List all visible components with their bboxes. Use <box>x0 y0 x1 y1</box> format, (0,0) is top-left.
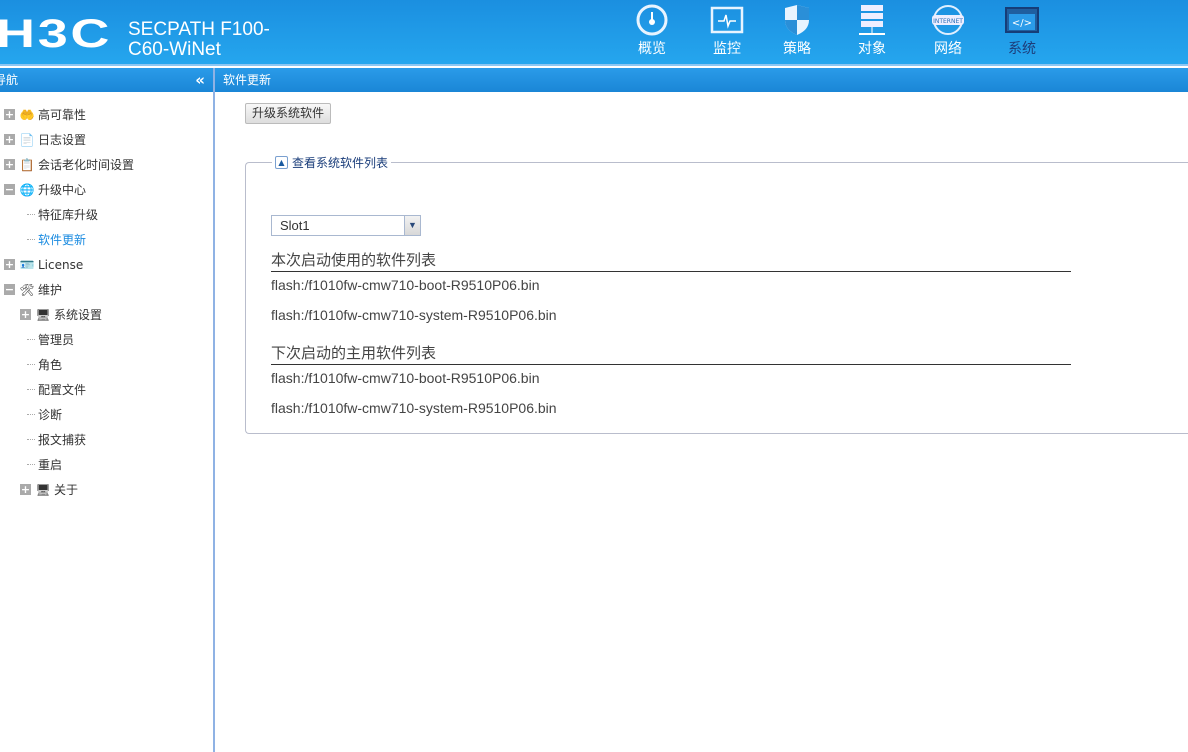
nav-label: 策略 <box>783 41 811 57</box>
expand-icon[interactable]: + <box>4 134 15 145</box>
sidebar: 导航 « + 🤲 高可靠性 + 📄 日志设置 + 📋 会话老化时间设置 − 🌐 升级中心 特征库升… <box>0 68 215 752</box>
notepad-icon: 📋 <box>19 157 35 172</box>
tree-label: 会话老化时间设置 <box>38 158 135 172</box>
shield-icon <box>780 4 814 36</box>
slot-value: Slot1 <box>280 218 310 233</box>
nav-policy[interactable]: 策略 <box>767 4 827 58</box>
top-header: H3C SECPATH F100- C60-WiNet 概览 监控 策略 对象 I… <box>0 0 1188 66</box>
nav-label: 监控 <box>713 41 741 57</box>
tree-item-maintenance[interactable]: − 🛠 维护 <box>0 277 213 302</box>
chevron-down-icon[interactable]: ▼ <box>404 216 420 235</box>
tree-item-license[interactable]: + 🪪 License <box>0 252 213 277</box>
tree-label: 报文捕获 <box>38 433 87 447</box>
next-file: flash:/f1010fw-cmw710-system-R9510P06.bi… <box>271 400 557 416</box>
tree-label: 管理员 <box>38 333 75 347</box>
software-list-panel: ▲ 查看系统软件列表 Slot1 ▼ 本次启动使用的软件列表 flash:/f101… <box>245 154 1188 434</box>
nav-system[interactable]: </> 系统 <box>992 4 1052 58</box>
collapse-icon[interactable]: − <box>4 284 15 295</box>
tree-item-packet-capture[interactable]: 报文捕获 <box>0 427 213 452</box>
panel-legend: ▲ 查看系统软件列表 <box>272 154 391 171</box>
tree-label: 维护 <box>38 283 63 297</box>
tree-label: 关于 <box>54 483 79 497</box>
current-list-title: 本次启动使用的软件列表 <box>271 249 1071 272</box>
tools-icon: 🛠 <box>19 282 35 297</box>
product-line-2: C60-WiNet <box>128 39 221 60</box>
sidebar-header: 导航 « <box>0 68 213 92</box>
internet-globe-icon: INTERNET <box>931 4 965 36</box>
nav-tree: + 🤲 高可靠性 + 📄 日志设置 + 📋 会话老化时间设置 − 🌐 升级中心 特征库升级 软件… <box>0 92 213 502</box>
page-title: 软件更新 <box>223 73 272 87</box>
tree-item-reboot[interactable]: 重启 <box>0 452 213 477</box>
tree-label: 诊断 <box>38 408 63 422</box>
expand-icon[interactable]: + <box>4 109 15 120</box>
tree-item-config-file[interactable]: 配置文件 <box>0 377 213 402</box>
current-file: flash:/f1010fw-cmw710-system-R9510P06.bi… <box>271 307 557 323</box>
svg-text:</>: </> <box>1012 18 1032 29</box>
legend-label: 查看系统软件列表 <box>292 156 389 170</box>
log-doc-icon: 📄 <box>19 132 35 147</box>
tree-label: 角色 <box>38 358 63 372</box>
computer-icon: 🖥 <box>35 482 51 497</box>
computer-icon: 🖥 <box>35 307 51 322</box>
tree-label: 特征库升级 <box>38 208 99 222</box>
next-file: flash:/f1010fw-cmw710-boot-R9510P06.bin <box>271 370 540 386</box>
expand-icon[interactable]: + <box>4 259 15 270</box>
tree-label: 升级中心 <box>38 183 87 197</box>
sidebar-title: 导航 <box>0 73 19 87</box>
tree-item-log[interactable]: + 📄 日志设置 <box>0 127 213 152</box>
tree-label: 配置文件 <box>38 383 87 397</box>
next-list-title: 下次启动的主用软件列表 <box>271 342 1071 365</box>
upgrade-software-button[interactable]: 升级系统软件 <box>245 103 332 124</box>
nav-label: 系统 <box>1008 41 1036 57</box>
tree-item-about[interactable]: + 🖥 关于 <box>0 477 213 502</box>
tree-label: 重启 <box>38 458 63 472</box>
gauge-icon <box>635 4 669 36</box>
tree-label: 软件更新 <box>38 233 87 247</box>
hand-shield-icon: 🤲 <box>19 107 35 122</box>
tree-item-signature-upgrade[interactable]: 特征库升级 <box>0 202 213 227</box>
expand-icon[interactable]: + <box>4 159 15 170</box>
expand-icon[interactable]: + <box>20 309 31 320</box>
code-window-icon: </> <box>1005 4 1039 36</box>
h3c-logo: H3C <box>0 12 113 56</box>
expand-icon[interactable]: + <box>20 484 31 495</box>
current-file: flash:/f1010fw-cmw710-boot-R9510P06.bin <box>271 277 540 293</box>
tree-item-session[interactable]: + 📋 会话老化时间设置 <box>0 152 213 177</box>
tree-label: License <box>38 257 84 272</box>
product-name: SECPATH F100- C60-WiNet <box>128 20 270 60</box>
nav-label: 对象 <box>858 41 886 57</box>
main-content: 软件更新 升级系统软件 ▲ 查看系统软件列表 Slot1 ▼ 本次启动使用的软件列表… <box>215 68 1188 752</box>
tree-label: 日志设置 <box>38 133 87 147</box>
nav-objects[interactable]: 对象 <box>842 4 902 58</box>
tree-label: 高可靠性 <box>38 108 87 122</box>
nav-label: 概览 <box>638 41 666 57</box>
monitor-icon <box>710 4 744 36</box>
content-header: 软件更新 <box>215 68 1188 92</box>
tree-item-software-update[interactable]: 软件更新 <box>0 227 213 252</box>
tree-label: 系统设置 <box>54 308 103 322</box>
tree-item-admin[interactable]: 管理员 <box>0 327 213 352</box>
id-card-icon: 🪪 <box>19 257 35 272</box>
tree-item-diagnosis[interactable]: 诊断 <box>0 402 213 427</box>
collapse-sidebar-button[interactable]: « <box>195 68 205 92</box>
tree-item-system-settings[interactable]: + 🖥 系统设置 <box>0 302 213 327</box>
tree-item-upgrade-center[interactable]: − 🌐 升级中心 <box>0 177 213 202</box>
globe-icon: 🌐 <box>19 182 35 197</box>
nav-monitor[interactable]: 监控 <box>697 4 757 58</box>
tree-item-role[interactable]: 角色 <box>0 352 213 377</box>
collapse-panel-icon[interactable]: ▲ <box>275 156 288 169</box>
collapse-icon[interactable]: − <box>4 184 15 195</box>
product-line-1: SECPATH F100- <box>128 19 270 40</box>
nav-overview[interactable]: 概览 <box>622 4 682 58</box>
nav-network[interactable]: INTERNET 网络 <box>918 4 978 58</box>
server-icon <box>855 4 889 36</box>
svg-text:INTERNET: INTERNET <box>933 18 963 25</box>
nav-label: 网络 <box>934 41 962 57</box>
slot-select[interactable]: Slot1 ▼ <box>271 215 421 236</box>
tree-item-ha[interactable]: + 🤲 高可靠性 <box>0 102 213 127</box>
